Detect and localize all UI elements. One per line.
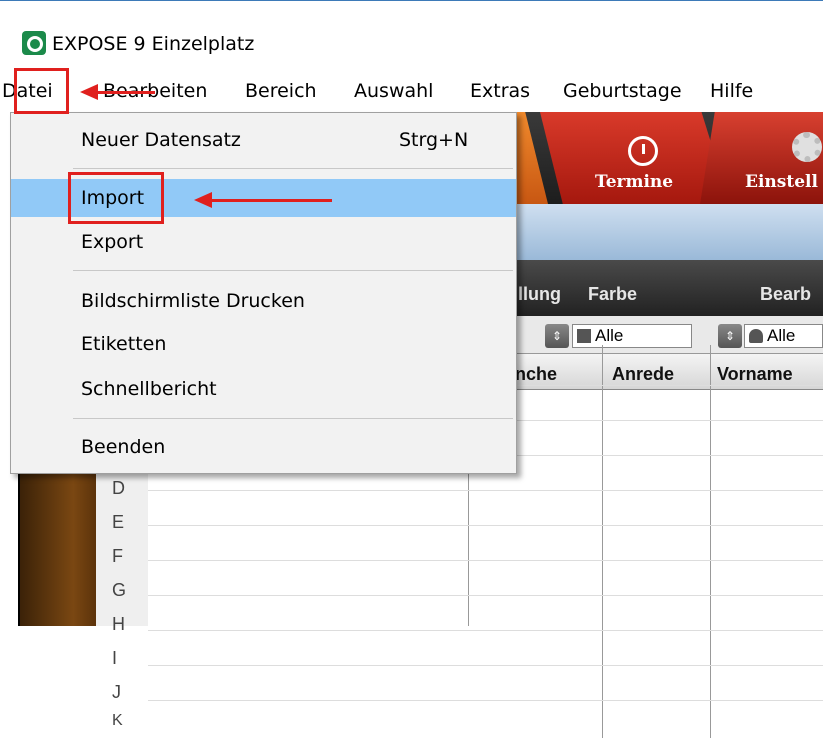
menu-item-labels-label: Etiketten: [81, 333, 167, 355]
callout-box-import: [68, 172, 164, 224]
menu-item-new-record[interactable]: Neuer Datensatz Strg+N: [11, 121, 516, 159]
callout-arrow-import: [210, 199, 332, 202]
menu-item-print-list[interactable]: Bildschirmliste Drucken: [11, 282, 516, 320]
menu-item-quick-report-label: Schnellbericht: [81, 378, 217, 400]
callout-arrow-datei: [95, 91, 155, 94]
filter-label-stellung: llung: [518, 284, 561, 304]
grid-row-line: [148, 700, 823, 701]
filter-bearbeiter-value: Alle: [767, 326, 796, 345]
person-icon: [749, 329, 763, 343]
grid-row-line: [148, 595, 823, 596]
callout-arrowhead-import: [194, 192, 212, 208]
menu-item-quick-report[interactable]: Schnellbericht: [11, 370, 516, 408]
index-letter-d[interactable]: D: [112, 478, 125, 499]
index-letter-h[interactable]: H: [112, 614, 125, 635]
window-title: EXPOSE 9 Einzelplatz: [52, 33, 255, 55]
index-letter-i[interactable]: I: [112, 648, 117, 669]
index-letter-k[interactable]: K: [112, 712, 123, 730]
gear-icon: [792, 132, 822, 162]
menu-item-new-record-label: Neuer Datensatz: [81, 129, 241, 151]
menu-extras[interactable]: Extras: [470, 80, 530, 102]
callout-box-datei: [14, 68, 69, 114]
filter-label-bearbeiter: Bearb: [760, 284, 812, 304]
tab-termine-label: Termine: [595, 172, 674, 192]
title-bar: EXPOSE 9 Einzelplatz: [0, 0, 823, 72]
tab-einstellungen-label: Einstell: [745, 172, 818, 192]
menu-bereich[interactable]: Bereich: [245, 80, 317, 102]
app-window: EXPOSE 9 Einzelplatz Datei Bearbeiten Be…: [0, 0, 823, 738]
menu-item-export-label: Export: [81, 231, 144, 253]
index-letter-f[interactable]: F: [112, 546, 123, 567]
grid-row-line: [148, 665, 823, 666]
menu-auswahl[interactable]: Auswahl: [354, 80, 433, 102]
menu-item-quit-label: Beenden: [81, 436, 166, 458]
menu-item-print-list-label: Bildschirmliste Drucken: [81, 290, 305, 312]
menu-item-labels[interactable]: Etiketten: [11, 325, 516, 363]
callout-arrowhead-datei: [80, 84, 98, 100]
index-letter-e[interactable]: E: [112, 512, 124, 533]
filter-label-farbe: Farbe: [588, 284, 638, 304]
menu-item-new-record-shortcut: Strg+N: [399, 129, 469, 151]
index-letter-j[interactable]: J: [112, 682, 121, 703]
menu-item-quit[interactable]: Beenden: [11, 428, 516, 466]
color-grid-icon: [577, 329, 591, 343]
menu-geburtstage[interactable]: Geburtstage: [563, 80, 682, 102]
column-divider: [710, 345, 711, 626]
menu-hilfe[interactable]: Hilfe: [710, 80, 753, 102]
grid-row-line: [148, 490, 823, 491]
menu-separator: [73, 270, 513, 271]
column-divider: [602, 345, 603, 626]
filter-farbe-value: Alle: [595, 326, 624, 345]
grid-row-line: [148, 525, 823, 526]
alarm-clock-icon: [628, 136, 658, 166]
section-band: [510, 204, 823, 260]
index-letter-g[interactable]: G: [112, 580, 126, 601]
menu-item-export[interactable]: Export: [11, 223, 516, 261]
menu-separator: [73, 418, 513, 419]
menu-separator: [73, 168, 513, 169]
grid-row-line: [148, 560, 823, 561]
datei-menu-dropdown: Neuer Datensatz Strg+N Import Export Bil…: [10, 112, 517, 474]
grid-row-line: [148, 630, 823, 631]
app-logo-icon: [22, 31, 46, 55]
